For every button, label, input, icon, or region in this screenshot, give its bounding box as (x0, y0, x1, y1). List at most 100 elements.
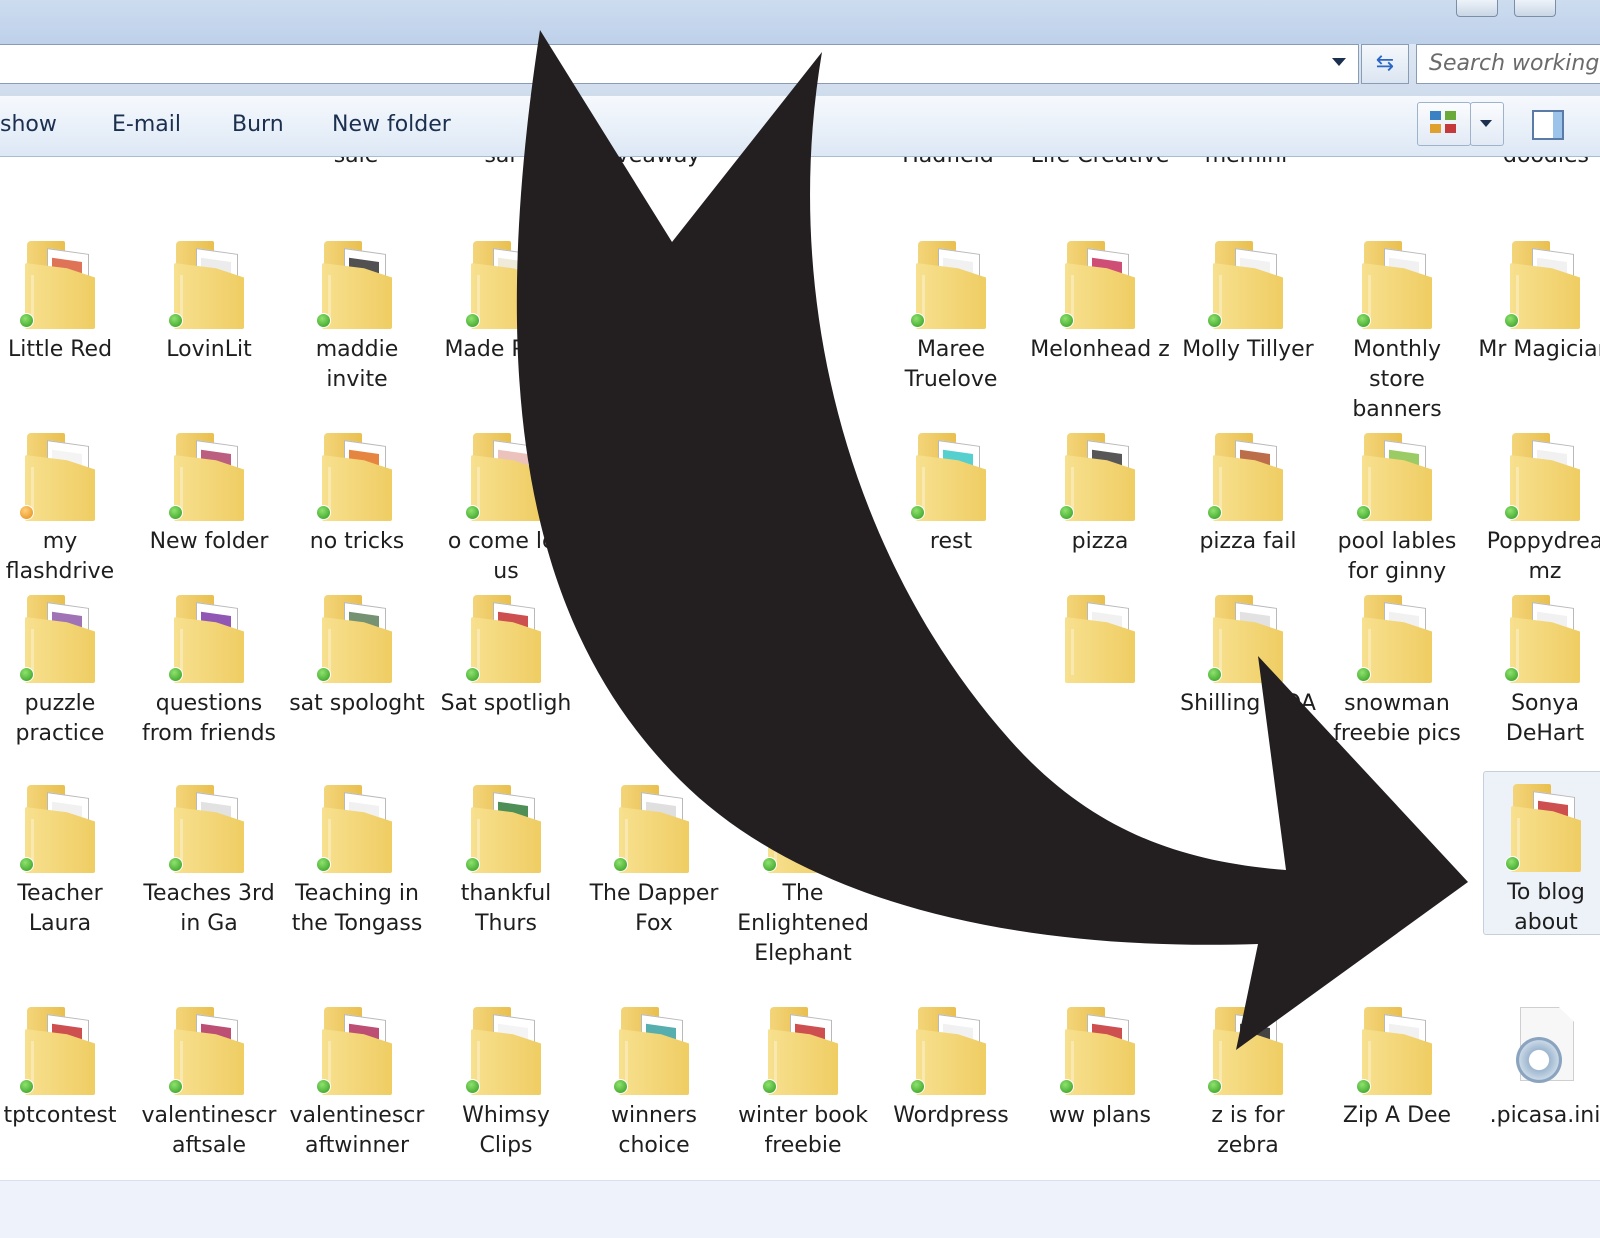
email-button[interactable]: E-mail (112, 112, 181, 137)
folder-item[interactable] (1026, 591, 1174, 689)
sync-status-icon (316, 1079, 331, 1094)
folder-icon (19, 429, 99, 525)
sync-status-icon (168, 857, 183, 872)
item-label: New folder (149, 529, 269, 554)
sync-status-icon (1207, 313, 1222, 328)
sync-status-icon (316, 857, 331, 872)
folder-item[interactable]: valentinescr aftwinner (283, 1003, 431, 1161)
folder-item[interactable]: Teaches 3rd in Ga (135, 781, 283, 939)
folder-item[interactable]: sat spologht (283, 591, 431, 719)
folder-icon (1505, 780, 1585, 876)
item-label: sat spologht (289, 691, 425, 716)
item-label: valentinescr aftwinner (289, 1103, 425, 1158)
folder-icon (1356, 429, 1436, 525)
partial-item-label[interactable]: doodles (1472, 157, 1600, 171)
folder-item[interactable]: LovinLit (135, 237, 283, 365)
folder-item[interactable]: Zip A Dee (1323, 1003, 1471, 1131)
folder-item[interactable]: Melonhead z (1026, 237, 1174, 365)
folder-item[interactable]: pool lables for ginny (1323, 429, 1471, 587)
folder-item[interactable]: Mr Magician (1471, 237, 1600, 365)
folder-item[interactable]: pizza fail (1174, 429, 1322, 557)
maximize-button[interactable] (1514, 0, 1556, 17)
new-folder-button[interactable]: New folder (332, 112, 451, 137)
folder-item[interactable]: To blog about (1483, 771, 1600, 935)
folder-item[interactable]: Teaching in the Tongass (283, 781, 431, 939)
sync-status-icon (316, 505, 331, 520)
folder-item[interactable]: Maree Truelove (877, 237, 1025, 395)
partial-item-label[interactable]: Life Creative (1026, 157, 1174, 171)
folder-item[interactable]: Teacher Laura (0, 781, 134, 939)
folder-item[interactable]: valentinescr aftsale (135, 1003, 283, 1161)
sync-status-icon (910, 1079, 925, 1094)
folder-item[interactable]: questions from friends (135, 591, 283, 749)
folder-item[interactable]: puzzle practice (0, 591, 134, 749)
folder-item[interactable]: maddie invite (283, 237, 431, 395)
sync-status-icon (19, 505, 34, 520)
folder-item[interactable]: o come let us (432, 429, 580, 587)
folder-item[interactable]: Shilling HOA (1174, 591, 1322, 719)
folder-item[interactable]: winners choice (580, 1003, 728, 1161)
address-dropdown-icon[interactable] (1332, 58, 1346, 66)
item-label: Hadfield (874, 157, 1022, 171)
sync-status-icon (19, 667, 34, 682)
partial-item-label[interactable]: iveaway (581, 157, 729, 171)
folder-item[interactable]: New folder (135, 429, 283, 557)
folder-item[interactable]: ww plans (1026, 1003, 1174, 1131)
address-field[interactable] (0, 44, 1359, 84)
refresh-button[interactable]: ⇆ (1361, 44, 1409, 84)
sync-status-icon (168, 667, 183, 682)
folder-item[interactable]: no tricks (283, 429, 431, 557)
search-input[interactable]: Search working (1416, 44, 1600, 84)
folder-item[interactable]: Little Red (0, 237, 134, 365)
status-bar (0, 1180, 1600, 1238)
folder-item[interactable]: Sat spotligh (432, 591, 580, 719)
folder-item[interactable]: Made Pyref (432, 237, 580, 365)
minimize-button[interactable] (1456, 0, 1498, 17)
folder-item[interactable]: The Enlightened Elephant (729, 781, 877, 969)
slide-show-button[interactable]: show (0, 112, 57, 137)
folder-icon (1207, 237, 1287, 333)
sync-status-icon (1207, 667, 1222, 682)
partial-item-label[interactable]: sale (282, 157, 430, 171)
item-label: snowman freebie pics (1333, 691, 1461, 746)
item-label: Whimsy Clips (462, 1103, 550, 1158)
folder-item[interactable]: Wordpress (877, 1003, 1025, 1131)
sync-status-icon (1504, 505, 1519, 520)
sync-status-icon (465, 505, 480, 520)
folder-item[interactable]: Poppydrea mz (1471, 429, 1600, 587)
sync-status-icon (762, 1079, 777, 1094)
folder-icon (316, 591, 396, 687)
folder-item[interactable]: thankful Thurs (432, 781, 580, 939)
file-item[interactable]: .picasa.ini (1471, 1003, 1600, 1131)
folder-item[interactable]: winter book freebie (729, 1003, 877, 1161)
folder-icon (19, 237, 99, 333)
file-list: salesal iveaway Hadfield Life Creativememin… (0, 157, 1600, 1180)
folder-icon (168, 237, 248, 333)
view-options-dropdown[interactable] (1470, 102, 1504, 146)
folder-item[interactable]: Sonya DeHart (1471, 591, 1600, 749)
folder-item[interactable]: Owl (877, 781, 1025, 909)
folder-item[interactable]: The Dapper Fox (580, 781, 728, 939)
burn-button[interactable]: Burn (232, 112, 284, 137)
change-view-button[interactable] (1417, 102, 1471, 146)
folder-icon (465, 591, 545, 687)
folder-item[interactable]: Whimsy Clips (432, 1003, 580, 1161)
folder-item[interactable]: pizza (1026, 429, 1174, 557)
folder-item[interactable]: sc (580, 591, 728, 719)
hidden-icon (877, 781, 1025, 877)
folder-item[interactable]: snowman freebie pics (1323, 591, 1471, 749)
folder-item[interactable]: rest (877, 429, 1025, 557)
preview-pane-icon[interactable] (1532, 110, 1564, 140)
item-label: pizza fail (1199, 529, 1297, 554)
folder-item[interactable]: Molly Tillyer (1174, 237, 1322, 365)
partial-item-label[interactable]: Hadfield (874, 157, 1022, 171)
partial-item-label[interactable]: sal (426, 157, 574, 171)
folder-item[interactable]: z is for zebra (1174, 1003, 1322, 1161)
folder-icon (762, 781, 842, 877)
folder-item[interactable]: my flashdrive (0, 429, 134, 587)
folder-icon (910, 237, 990, 333)
partial-item-label[interactable]: memini (1172, 157, 1320, 171)
folder-item[interactable]: Monthly store banners (1323, 237, 1471, 425)
sync-status-icon (1207, 1079, 1222, 1094)
folder-item[interactable]: tptcontest (0, 1003, 134, 1131)
